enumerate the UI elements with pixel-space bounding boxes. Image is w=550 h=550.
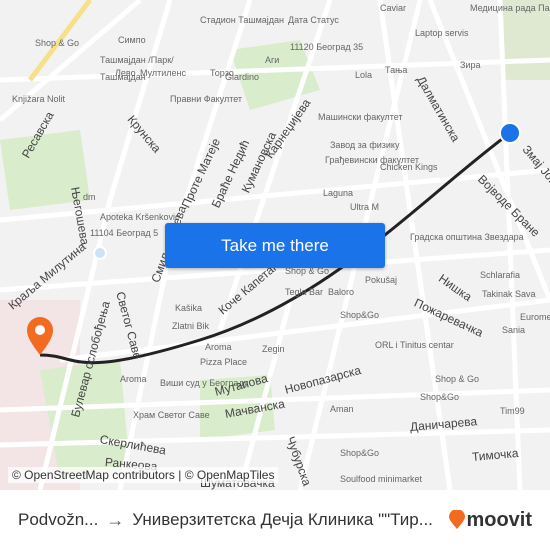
- poi-label: Shop&Go: [340, 310, 380, 320]
- poi-label: Chicken Kings: [380, 162, 438, 172]
- poi-label: Симпо: [118, 35, 146, 45]
- poi-label: Ultra M: [350, 202, 379, 212]
- poi-label: Baloro: [328, 287, 355, 297]
- poi-label: Аги: [265, 55, 280, 65]
- poi-label: dm: [83, 192, 96, 202]
- poi-label: Tegla Bar: [285, 287, 324, 297]
- poi-label: Дата Статус: [288, 15, 339, 25]
- take-me-there-button[interactable]: Take me there: [165, 223, 385, 268]
- poi-label: Kašika: [175, 303, 203, 313]
- poi-label: Храм Светог Саве: [133, 410, 210, 420]
- poi-label: Aman: [330, 404, 354, 414]
- poi-label: Apoteka Kršenković: [100, 212, 180, 222]
- route-origin: Podvožn...: [18, 510, 99, 529]
- poi-label: Машински факултет: [318, 112, 403, 122]
- poi-label: Caviar: [380, 3, 407, 13]
- poi-label: Schlarafia: [480, 270, 521, 280]
- poi-label: Tim99: [500, 406, 525, 416]
- poi-label: Торзо: [210, 68, 234, 78]
- poi-label: Zlatni Bik: [172, 321, 210, 331]
- poi-label: Зира: [460, 60, 481, 70]
- poi-label: Zegin: [262, 344, 285, 354]
- poi-label: ORL i Tinitus centar: [375, 340, 454, 350]
- poi-label: Shop & Go: [435, 374, 480, 384]
- poi-label: Завод за физику: [330, 140, 400, 150]
- poi-label: Стадион Ташмајдан: [200, 15, 285, 25]
- poi-label: Тања: [385, 65, 408, 75]
- map[interactable]: Симпо Стадион Ташмајдан Дата Статус Caviar М…: [0, 0, 550, 490]
- poi-label: Lola: [355, 70, 373, 80]
- poi-label: Pizza Place: [200, 357, 248, 367]
- poi-label: Knjižara Nolit: [12, 94, 66, 104]
- poi-label: Shop & Go: [35, 38, 80, 48]
- poi-label: 11104 Београд 5: [90, 228, 159, 238]
- poi-label: Медицина рада Палилула: [470, 3, 550, 13]
- poi-label: Мултилeнс: [140, 68, 187, 78]
- poi-label: Градска општина Звездара: [410, 232, 524, 242]
- attribution: © OpenStreetMap contributors | © OpenMap…: [8, 467, 279, 483]
- poi-label: Laguna: [323, 188, 354, 198]
- route-bar: Podvožn... → Универзитетска Дечја Клиник…: [0, 490, 550, 550]
- poi-label: Ташмајдан /Парк/: [100, 55, 174, 65]
- poi-label: Euromed: [520, 312, 550, 322]
- poi-label: Aroma: [120, 374, 147, 384]
- moovit-logo: moovit: [448, 509, 532, 532]
- poi-label: Sania: [502, 325, 526, 335]
- poi-label: Takinak Sava: [482, 289, 536, 299]
- poi-label: Правни Факултет: [170, 94, 243, 104]
- moovit-pin-icon: [449, 510, 466, 529]
- poi-label: Shop&Go: [340, 448, 380, 458]
- poi-label: Aroma: [205, 342, 232, 352]
- poi-label: Shop&Go: [420, 392, 460, 402]
- poi-label: Laptop servis: [415, 28, 469, 38]
- arrow-right-icon: →: [106, 509, 125, 530]
- poi-label: 11120 Београд 35: [290, 42, 364, 52]
- poi-label: Лево: [115, 68, 136, 78]
- poi-label: Pokušaj: [365, 275, 398, 285]
- origin-marker: [499, 122, 521, 144]
- route-destination: Универзитетска Дечја Клиника ""Тир...: [132, 510, 433, 529]
- poi-label: Soulfood minimarket: [340, 474, 423, 484]
